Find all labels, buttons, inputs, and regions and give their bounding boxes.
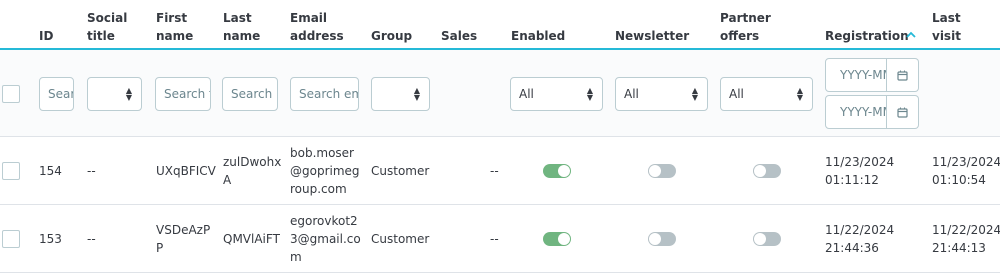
- registration-date-from: YYYY-MM-DD: [825, 58, 919, 92]
- date-from-input[interactable]: YYYY-MM-DD: [825, 58, 887, 92]
- column-header-last-visit[interactable]: Last visit: [932, 9, 961, 45]
- cell-id[interactable]: 153: [39, 230, 62, 248]
- enabled-toggle[interactable]: [543, 232, 571, 246]
- enabled-toggle[interactable]: [543, 164, 571, 178]
- registration-date-to: YYYY-MM-DD: [825, 95, 919, 129]
- partner-offers-toggle[interactable]: [753, 232, 781, 246]
- newsletter-toggle[interactable]: [648, 164, 676, 178]
- cell-first-name[interactable]: UXqBFICV: [156, 162, 216, 180]
- column-header-registration[interactable]: Registration: [825, 27, 909, 45]
- cell-registration: 11/23/2024 01:11:12: [825, 155, 895, 187]
- cell-last-name[interactable]: zulDwohx A: [223, 153, 281, 189]
- partner-offers-filter-select[interactable]: All ▲ ▼: [720, 77, 813, 111]
- date-to-calendar-button[interactable]: [887, 95, 919, 129]
- cell-email[interactable]: bob.moser @goprimeg roup.com: [290, 144, 360, 198]
- calendar-icon: [897, 107, 908, 118]
- sort-ascending-icon[interactable]: [906, 31, 916, 38]
- sort-caret-icon: ▲ ▼: [796, 86, 803, 102]
- partner-offers-filter-value: All: [729, 87, 744, 101]
- id-filter-input[interactable]: Search ID: [39, 77, 74, 111]
- group-filter-select[interactable]: ▲ ▼: [371, 77, 430, 111]
- enabled-filter-select[interactable]: All ▲ ▼: [510, 77, 603, 111]
- sort-caret-icon: ▲ ▼: [691, 86, 698, 102]
- cell-registration: 11/22/2024 21:44:36: [825, 223, 895, 255]
- date-to-input[interactable]: YYYY-MM-DD: [825, 95, 887, 129]
- row-divider: [0, 272, 1000, 273]
- sort-caret-icon: ▲ ▼: [586, 86, 593, 102]
- row-checkbox[interactable]: [2, 230, 20, 248]
- social-title-filter-select[interactable]: ▲ ▼: [87, 77, 142, 111]
- sort-caret-icon: ▲ ▼: [413, 86, 420, 102]
- column-header-sales[interactable]: Sales: [441, 27, 477, 45]
- cell-group[interactable]: Customer: [371, 230, 429, 248]
- newsletter-filter-value: All: [624, 87, 639, 101]
- cell-first-name[interactable]: VSDeAzP P: [156, 221, 210, 257]
- column-header-first-name[interactable]: First name: [156, 9, 193, 45]
- row-checkbox[interactable]: [2, 162, 20, 180]
- select-all-checkbox[interactable]: [2, 85, 20, 103]
- cell-email[interactable]: egorovkot2 3@gmail.co m: [290, 212, 361, 266]
- cell-id[interactable]: 154: [39, 162, 62, 180]
- cell-sales: --: [490, 232, 499, 246]
- cell-social-title: --: [87, 232, 96, 246]
- newsletter-toggle[interactable]: [648, 232, 676, 246]
- column-header-newsletter[interactable]: Newsletter: [615, 27, 689, 45]
- column-header-enabled[interactable]: Enabled: [511, 27, 565, 45]
- cell-last-visit: 11/22/2024 21:44:13: [932, 223, 1000, 255]
- last-name-filter-input[interactable]: Search last name: [222, 77, 278, 111]
- cell-last-name[interactable]: QMVlAiFT: [223, 230, 280, 248]
- sort-caret-icon: ▲ ▼: [125, 86, 132, 102]
- date-from-calendar-button[interactable]: [887, 58, 919, 92]
- column-header-id[interactable]: ID: [39, 27, 53, 45]
- column-header-group[interactable]: Group: [371, 27, 412, 45]
- column-header-last-name[interactable]: Last name: [223, 9, 260, 45]
- cell-sales: --: [490, 164, 499, 178]
- email-filter-input[interactable]: Search email: [290, 77, 359, 111]
- column-header-email[interactable]: Email address: [290, 9, 344, 45]
- column-header-partner-offers[interactable]: Partner offers: [720, 9, 771, 45]
- first-name-filter-input[interactable]: Search first name: [155, 77, 211, 111]
- enabled-filter-value: All: [519, 87, 534, 101]
- calendar-icon: [897, 70, 908, 81]
- row-divider: [0, 204, 1000, 205]
- newsletter-filter-select[interactable]: All ▲ ▼: [615, 77, 708, 111]
- cell-last-visit: 11/23/2024 01:10:54: [932, 155, 1000, 187]
- column-header-social-title[interactable]: Social title: [87, 9, 127, 45]
- row-divider: [0, 136, 1000, 137]
- cell-group[interactable]: Customer: [371, 162, 429, 180]
- partner-offers-toggle[interactable]: [753, 164, 781, 178]
- cell-social-title: --: [87, 164, 96, 178]
